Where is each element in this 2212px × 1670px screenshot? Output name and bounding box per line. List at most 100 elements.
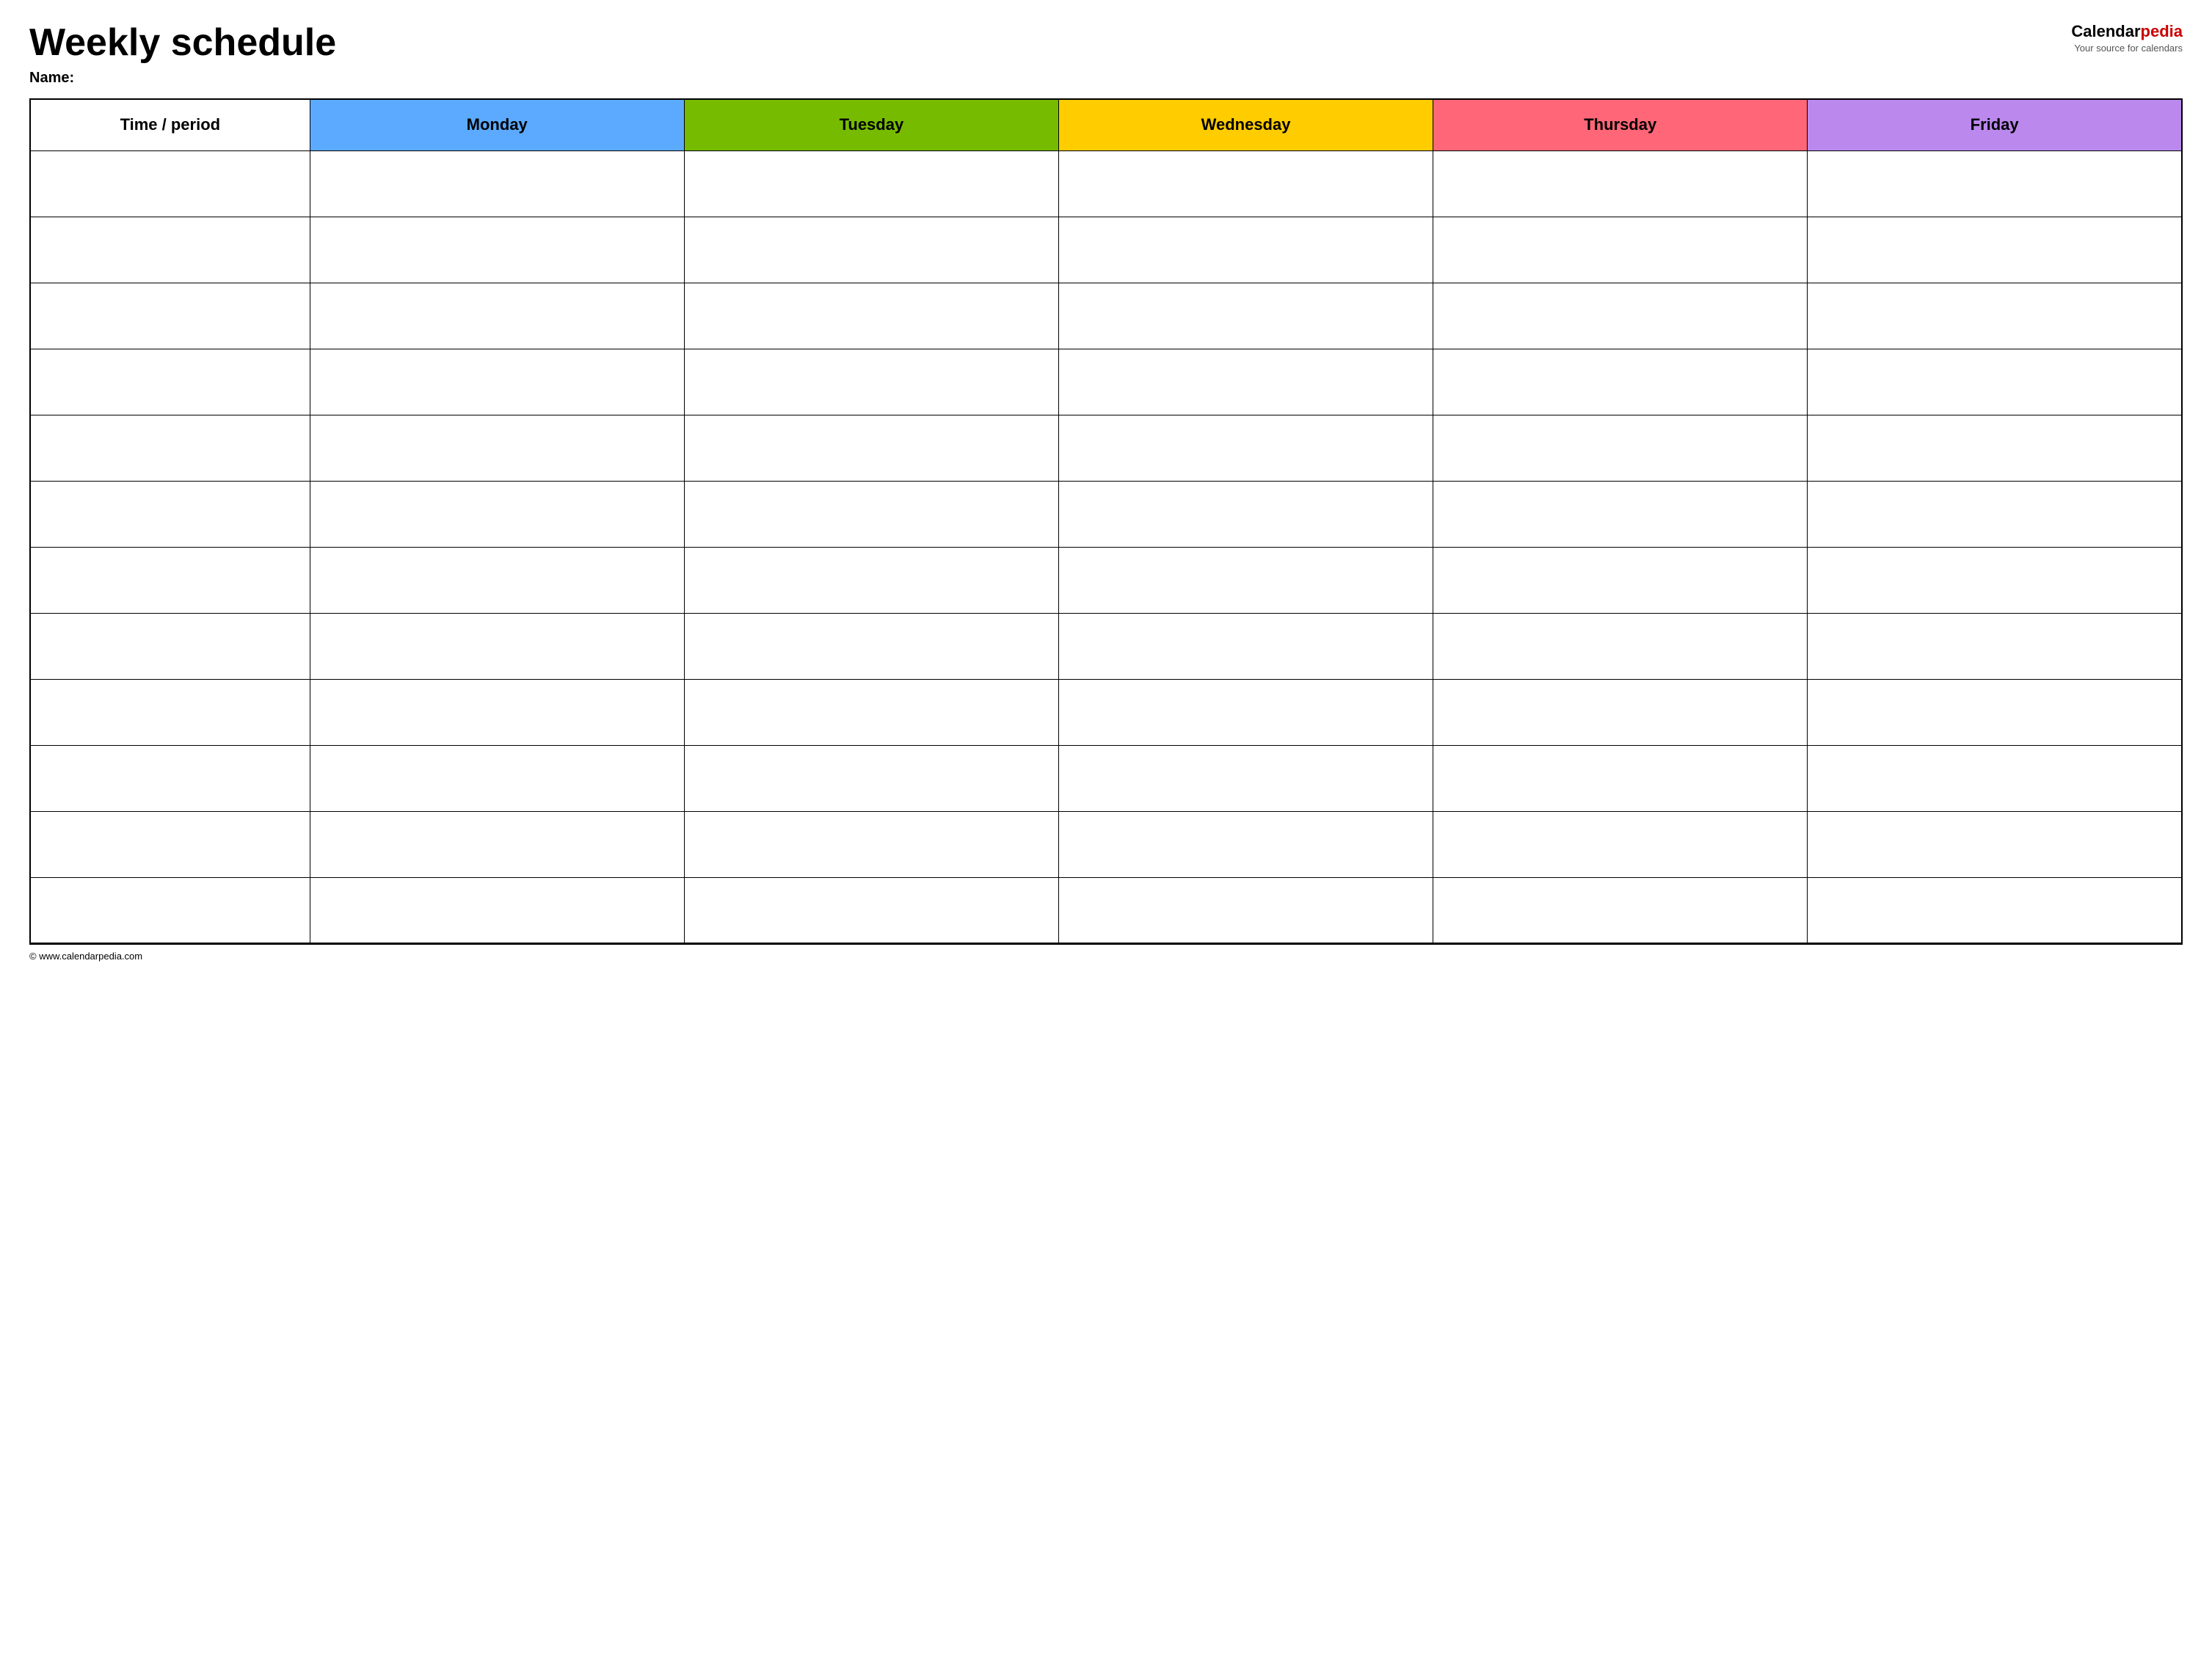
schedule-cell[interactable] xyxy=(1058,349,1433,415)
schedule-cell[interactable] xyxy=(1808,745,2182,811)
schedule-cell[interactable] xyxy=(310,349,684,415)
schedule-cell[interactable] xyxy=(1433,481,1808,547)
schedule-cell[interactable] xyxy=(1433,679,1808,745)
schedule-cell[interactable] xyxy=(684,613,1058,679)
table-row xyxy=(30,150,2182,217)
header-time: Time / period xyxy=(30,99,310,150)
table-row xyxy=(30,811,2182,877)
footer: © www.calendarpedia.com xyxy=(29,951,2183,962)
time-cell[interactable] xyxy=(30,217,310,283)
schedule-cell[interactable] xyxy=(1433,745,1808,811)
schedule-cell[interactable] xyxy=(1058,745,1433,811)
logo-tagline: Your source for calendars xyxy=(2074,43,2183,54)
schedule-cell[interactable] xyxy=(1058,150,1433,217)
schedule-cell[interactable] xyxy=(684,150,1058,217)
schedule-cell[interactable] xyxy=(684,217,1058,283)
schedule-cell[interactable] xyxy=(1808,349,2182,415)
schedule-cell[interactable] xyxy=(310,481,684,547)
time-cell[interactable] xyxy=(30,877,310,943)
schedule-cell[interactable] xyxy=(1433,613,1808,679)
schedule-cell[interactable] xyxy=(1808,679,2182,745)
header-wednesday: Wednesday xyxy=(1058,99,1433,150)
time-cell[interactable] xyxy=(30,613,310,679)
schedule-cell[interactable] xyxy=(1808,547,2182,613)
schedule-cell[interactable] xyxy=(684,283,1058,349)
schedule-cell[interactable] xyxy=(310,745,684,811)
schedule-cell[interactable] xyxy=(310,547,684,613)
schedule-cell[interactable] xyxy=(1058,547,1433,613)
schedule-cell[interactable] xyxy=(1808,150,2182,217)
time-cell[interactable] xyxy=(30,349,310,415)
title-area: Weekly schedule Name: xyxy=(29,22,2071,87)
schedule-cell[interactable] xyxy=(1808,481,2182,547)
schedule-cell[interactable] xyxy=(684,481,1058,547)
table-row xyxy=(30,877,2182,943)
schedule-cell[interactable] xyxy=(1433,349,1808,415)
table-row xyxy=(30,679,2182,745)
schedule-cell[interactable] xyxy=(310,679,684,745)
logo-area: Calendarpedia Your source for calendars xyxy=(2071,22,2183,54)
schedule-cell[interactable] xyxy=(310,150,684,217)
time-cell[interactable] xyxy=(30,283,310,349)
schedule-cell[interactable] xyxy=(1808,217,2182,283)
header: Weekly schedule Name: Calendarpedia Your… xyxy=(29,22,2183,87)
table-row xyxy=(30,481,2182,547)
time-cell[interactable] xyxy=(30,811,310,877)
schedule-cell[interactable] xyxy=(1058,415,1433,481)
schedule-cell[interactable] xyxy=(310,283,684,349)
copyright-text: © www.calendarpedia.com xyxy=(29,951,142,962)
table-row xyxy=(30,349,2182,415)
schedule-cell[interactable] xyxy=(684,811,1058,877)
schedule-cell[interactable] xyxy=(1808,613,2182,679)
schedule-cell[interactable] xyxy=(1058,811,1433,877)
schedule-cell[interactable] xyxy=(310,877,684,943)
header-tuesday: Tuesday xyxy=(684,99,1058,150)
schedule-cell[interactable] xyxy=(684,679,1058,745)
schedule-cell[interactable] xyxy=(1433,811,1808,877)
schedule-cell[interactable] xyxy=(1058,877,1433,943)
schedule-cell[interactable] xyxy=(1808,877,2182,943)
table-row xyxy=(30,547,2182,613)
logo-text: Calendarpedia xyxy=(2071,22,2183,41)
name-label: Name: xyxy=(29,70,2071,87)
logo-pedia: pedia xyxy=(2141,22,2183,40)
table-row xyxy=(30,613,2182,679)
schedule-cell[interactable] xyxy=(1058,283,1433,349)
schedule-cell[interactable] xyxy=(1058,481,1433,547)
schedule-cell[interactable] xyxy=(1433,547,1808,613)
time-cell[interactable] xyxy=(30,679,310,745)
schedule-cell[interactable] xyxy=(310,811,684,877)
schedule-cell[interactable] xyxy=(1808,415,2182,481)
schedule-cell[interactable] xyxy=(1058,679,1433,745)
table-row xyxy=(30,217,2182,283)
schedule-cell[interactable] xyxy=(1433,283,1808,349)
schedule-cell[interactable] xyxy=(684,745,1058,811)
time-cell[interactable] xyxy=(30,481,310,547)
schedule-cell[interactable] xyxy=(310,415,684,481)
schedule-cell[interactable] xyxy=(1808,811,2182,877)
table-row xyxy=(30,283,2182,349)
footer-divider xyxy=(29,944,2183,945)
schedule-cell[interactable] xyxy=(1433,217,1808,283)
time-cell[interactable] xyxy=(30,150,310,217)
time-cell[interactable] xyxy=(30,745,310,811)
schedule-cell[interactable] xyxy=(1433,415,1808,481)
schedule-cell[interactable] xyxy=(684,547,1058,613)
page-title: Weekly schedule xyxy=(29,22,2071,64)
schedule-cell[interactable] xyxy=(1433,150,1808,217)
schedule-cell[interactable] xyxy=(310,613,684,679)
schedule-cell[interactable] xyxy=(310,217,684,283)
schedule-cell[interactable] xyxy=(684,349,1058,415)
header-friday: Friday xyxy=(1808,99,2182,150)
time-cell[interactable] xyxy=(30,415,310,481)
schedule-cell[interactable] xyxy=(1808,283,2182,349)
header-monday: Monday xyxy=(310,99,684,150)
logo-calendar: Calendar xyxy=(2071,22,2140,40)
schedule-cell[interactable] xyxy=(684,877,1058,943)
schedule-cell[interactable] xyxy=(1433,877,1808,943)
table-header-row: Time / period Monday Tuesday Wednesday T… xyxy=(30,99,2182,150)
time-cell[interactable] xyxy=(30,547,310,613)
schedule-cell[interactable] xyxy=(1058,217,1433,283)
schedule-cell[interactable] xyxy=(684,415,1058,481)
schedule-cell[interactable] xyxy=(1058,613,1433,679)
